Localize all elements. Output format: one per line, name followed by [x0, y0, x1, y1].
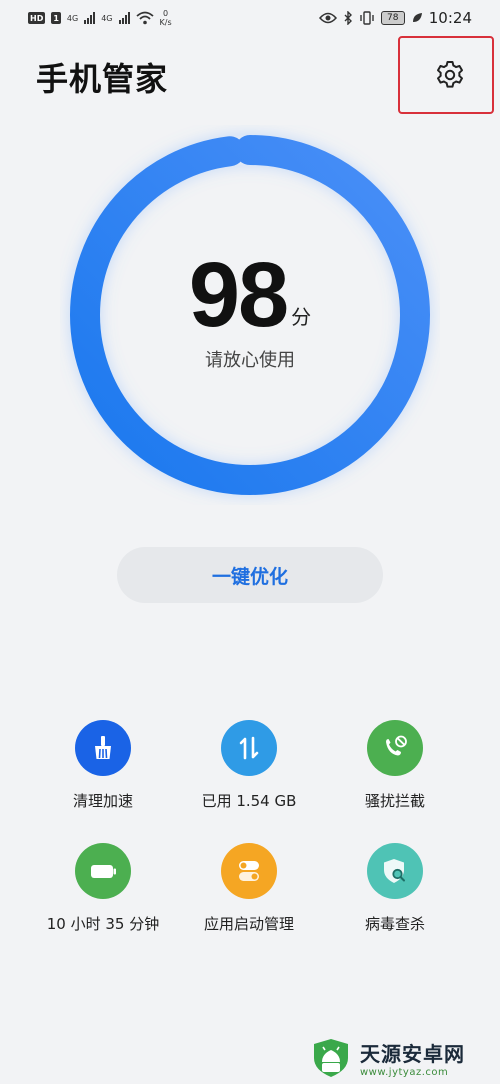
- score-ring: 98 分 请放心使用: [60, 125, 440, 505]
- tool-label: 骚扰拦截: [364, 792, 425, 810]
- data-transfer-icon: [239, 736, 259, 760]
- leaf-icon: [412, 13, 422, 22]
- tool-icon-circle: [75, 843, 131, 899]
- tool-icon-circle: [75, 720, 131, 776]
- bluetooth-icon: [344, 11, 352, 25]
- tool-label: 清理加速: [72, 792, 133, 810]
- tool-icon-circle: [367, 843, 423, 899]
- tool-virus-scan[interactable]: 病毒查杀: [322, 843, 468, 934]
- tool-label: 10 小时 35 分钟: [46, 915, 160, 933]
- toggle-icon: [239, 861, 259, 881]
- tool-label: 已用 1.54 GB: [201, 792, 297, 810]
- signal-icon: [84, 12, 96, 24]
- tool-harassment-block[interactable]: 骚扰拦截: [322, 720, 468, 811]
- watermark-logo-icon: [314, 1039, 348, 1077]
- watermark-text: 天源安卓网 www.jytyaz.com: [360, 1038, 465, 1078]
- score-unit: 分: [291, 305, 312, 329]
- vibrate-icon: [360, 11, 374, 25]
- shield-scan-icon: [384, 859, 405, 883]
- status-bar-left: HD 1 4G 4G 0 K/s: [28, 9, 172, 27]
- score-status: 请放心使用: [205, 350, 295, 371]
- page-title: 手机管家: [36, 60, 169, 98]
- watermark: 天源安卓网 www.jytyaz.com: [308, 1034, 498, 1082]
- network-speed-value: 0: [163, 9, 169, 18]
- tool-label: 应用启动管理: [203, 915, 294, 933]
- battery-level: 78: [380, 11, 405, 25]
- broom-icon: [95, 736, 111, 759]
- tool-app-launch[interactable]: 应用启动管理: [176, 843, 322, 934]
- score-value: 98: [188, 244, 289, 346]
- tool-cleanup[interactable]: 清理加速: [30, 720, 176, 811]
- settings-button[interactable]: [428, 55, 472, 95]
- clock: 10:24: [428, 9, 472, 27]
- tools-grid: 清理加速 已用 1.54 GB 骚扰拦截 10 小时 35 分钟 应用启动管理 …: [30, 720, 470, 934]
- tool-icon-circle: [367, 720, 423, 776]
- watermark-url: www.jytyaz.com: [360, 1067, 449, 1078]
- status-bar-right: 78 10:24: [318, 9, 472, 27]
- score-center: 98 分 请放心使用: [60, 125, 440, 505]
- one-click-optimize-button[interactable]: 一键优化: [117, 547, 383, 603]
- network-type-1: 4G: [66, 13, 79, 23]
- status-bar: HD 1 4G 4G 0 K/s 78 1 0:24: [0, 0, 500, 36]
- network-type-2: 4G: [101, 13, 113, 23]
- tool-icon-circle: [221, 720, 277, 776]
- battery-icon: [91, 865, 116, 878]
- gear-icon: [437, 61, 463, 88]
- tool-data-usage[interactable]: 已用 1.54 GB: [176, 720, 322, 811]
- score-row: 98 分: [188, 244, 312, 346]
- network-speed: 0 K/s: [160, 9, 172, 27]
- signal-icon-2: [118, 12, 130, 24]
- network-speed-unit: K/s: [159, 18, 172, 27]
- tool-battery[interactable]: 10 小时 35 分钟: [30, 843, 176, 934]
- tool-icon-circle: [221, 843, 277, 899]
- sim-badge: 1: [51, 12, 61, 24]
- wifi-icon: [135, 11, 154, 25]
- watermark-title: 天源安卓网: [360, 1042, 465, 1066]
- tool-label: 病毒查杀: [364, 915, 425, 933]
- hd-badge: HD: [28, 12, 46, 24]
- eye-icon: [318, 12, 337, 24]
- call-block-icon: [386, 735, 407, 756]
